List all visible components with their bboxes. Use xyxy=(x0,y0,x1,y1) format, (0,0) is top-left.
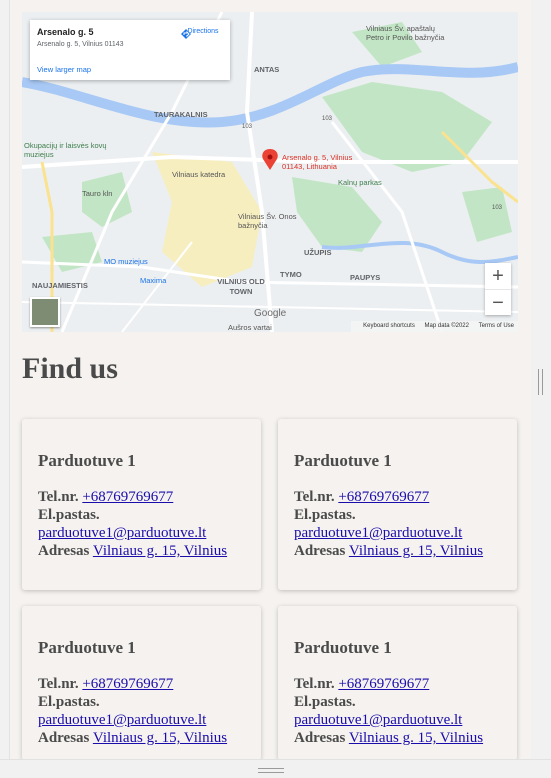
map-label-ausros-vartai: Aušros vartai xyxy=(228,323,272,332)
address-link[interactable]: Vilniaus g. 15, Vilnius xyxy=(349,543,483,559)
directions-label: Directions xyxy=(187,28,219,35)
horizontal-resize-grip[interactable] xyxy=(258,768,284,773)
zoom-out-button[interactable]: − xyxy=(485,289,511,316)
map-label-maxima: Maxima xyxy=(140,276,167,285)
address-link[interactable]: Vilniaus g. 15, Vilnius xyxy=(349,730,483,746)
terms-link[interactable]: Terms of Use xyxy=(479,323,514,329)
directions-icon xyxy=(181,29,191,39)
map-road-103: 103 xyxy=(242,124,253,130)
zoom-controls: + − xyxy=(485,263,511,315)
store-name: Parduotuve 1 xyxy=(294,451,392,470)
map-label-tymo: TYMO xyxy=(280,270,302,279)
map-label-mo-museum: MO muziejus xyxy=(104,257,148,266)
store-card: Parduotuve 1 Tel.nr. +68769769677 El.pas… xyxy=(22,419,261,590)
map-data-text: Map data ©2022 xyxy=(424,323,469,329)
address-link[interactable]: Vilniaus g. 15, Vilnius xyxy=(93,730,227,746)
window-left-border xyxy=(0,0,10,778)
window-right-border xyxy=(531,0,551,778)
map-label-paupys: PAUPYS xyxy=(350,273,381,282)
keyboard-shortcuts-link[interactable]: Keyboard shortcuts xyxy=(363,323,415,329)
tel-label: Tel.nr. xyxy=(294,676,335,692)
email-link[interactable]: parduotuve1@parduotuve.lt xyxy=(294,525,462,541)
satellite-toggle-thumbnail[interactable] xyxy=(30,297,60,327)
address-label: Adresas xyxy=(38,543,90,559)
store-name: Parduotuve 1 xyxy=(38,451,136,470)
map-label-antas: ANTAS xyxy=(254,65,280,74)
store-info: Tel.nr. +68769769677 El.pastas. parduotu… xyxy=(294,675,483,747)
email-link[interactable]: parduotuve1@parduotuve.lt xyxy=(38,525,206,541)
vertical-resize-grip[interactable] xyxy=(538,369,543,395)
address-label: Adresas xyxy=(294,730,346,746)
map-label-church-ona: Vilniaus Šv. Onos bažnyčia xyxy=(238,212,297,230)
phone-link[interactable]: +68769769677 xyxy=(82,676,173,692)
email-label: El.pastas. xyxy=(294,507,356,523)
store-name: Parduotuve 1 xyxy=(294,638,392,657)
place-address: Arsenalo g. 5, Vilnius 01143 xyxy=(37,41,124,48)
map-attribution: Keyboard shortcuts Map data ©2022 Terms … xyxy=(351,321,518,332)
store-name: Parduotuve 1 xyxy=(38,638,136,657)
map-label-church-peter-paul: Vilniaus Šv. apaštalų Petro ir Povilo ba… xyxy=(366,24,445,42)
map-road-103b: 103 xyxy=(322,116,333,122)
store-info: Tel.nr. +68769769677 El.pastas. parduotu… xyxy=(38,675,227,747)
directions-button[interactable]: Directions xyxy=(180,28,226,39)
map-pin-label[interactable]: Arsenalo g. 5, Vilnius 01143, Lithuania xyxy=(282,153,372,171)
view-larger-map-link[interactable]: View larger map xyxy=(37,65,91,74)
map-label-naujamiestis: NAUJAMIESTIS xyxy=(32,281,88,290)
map-place-card: Arsenalo g. 5 Arsenalo g. 5, Vilnius 011… xyxy=(30,20,230,80)
email-link[interactable]: parduotuve1@parduotuve.lt xyxy=(294,712,462,728)
store-card: Parduotuve 1 Tel.nr. +68769769677 El.pas… xyxy=(22,606,261,760)
map-road-103c: 103 xyxy=(492,205,503,211)
phone-link[interactable]: +68769769677 xyxy=(82,489,173,505)
address-label: Adresas xyxy=(38,730,90,746)
place-title: Arsenalo g. 5 xyxy=(37,27,94,37)
zoom-in-button[interactable]: + xyxy=(485,263,511,289)
map-label-taurakalnis: TAURAKALNIS xyxy=(154,110,208,119)
address-link[interactable]: Vilniaus g. 15, Vilnius xyxy=(93,543,227,559)
map-label-museum: Okupacijų ir laisvės kovų muziejus xyxy=(24,141,107,159)
map-label-cathedral: Vilniaus katedra xyxy=(172,170,226,179)
page-heading: Find us xyxy=(22,352,118,385)
store-info: Tel.nr. +68769769677 El.pastas. parduotu… xyxy=(294,488,483,560)
map-label-tauro-kalnas: Tauro kln xyxy=(82,189,113,198)
email-label: El.pastas. xyxy=(294,694,356,710)
store-card: Parduotuve 1 Tel.nr. +68769769677 El.pas… xyxy=(278,606,517,760)
tel-label: Tel.nr. xyxy=(38,676,79,692)
address-label: Adresas xyxy=(294,543,346,559)
map-label-old-town: VILNIUS OLD TOWN xyxy=(217,277,265,296)
tel-label: Tel.nr. xyxy=(38,489,79,505)
store-card: Parduotuve 1 Tel.nr. +68769769677 El.pas… xyxy=(278,419,517,590)
phone-link[interactable]: +68769769677 xyxy=(338,489,429,505)
google-logo: Google xyxy=(254,308,287,319)
map-label-uzupis: UŽUPIS xyxy=(304,248,332,257)
tel-label: Tel.nr. xyxy=(294,489,335,505)
map-label-kalnu-parkas: Kalnų parkas xyxy=(338,178,382,187)
email-label: El.pastas. xyxy=(38,507,100,523)
window-bottom-border xyxy=(0,759,551,778)
email-label: El.pastas. xyxy=(38,694,100,710)
phone-link[interactable]: +68769769677 xyxy=(338,676,429,692)
email-link[interactable]: parduotuve1@parduotuve.lt xyxy=(38,712,206,728)
embedded-map[interactable]: TAURAKALNIS ANTAS Vilniaus Šv. apaštalų … xyxy=(22,12,518,332)
store-info: Tel.nr. +68769769677 El.pastas. parduotu… xyxy=(38,488,227,560)
